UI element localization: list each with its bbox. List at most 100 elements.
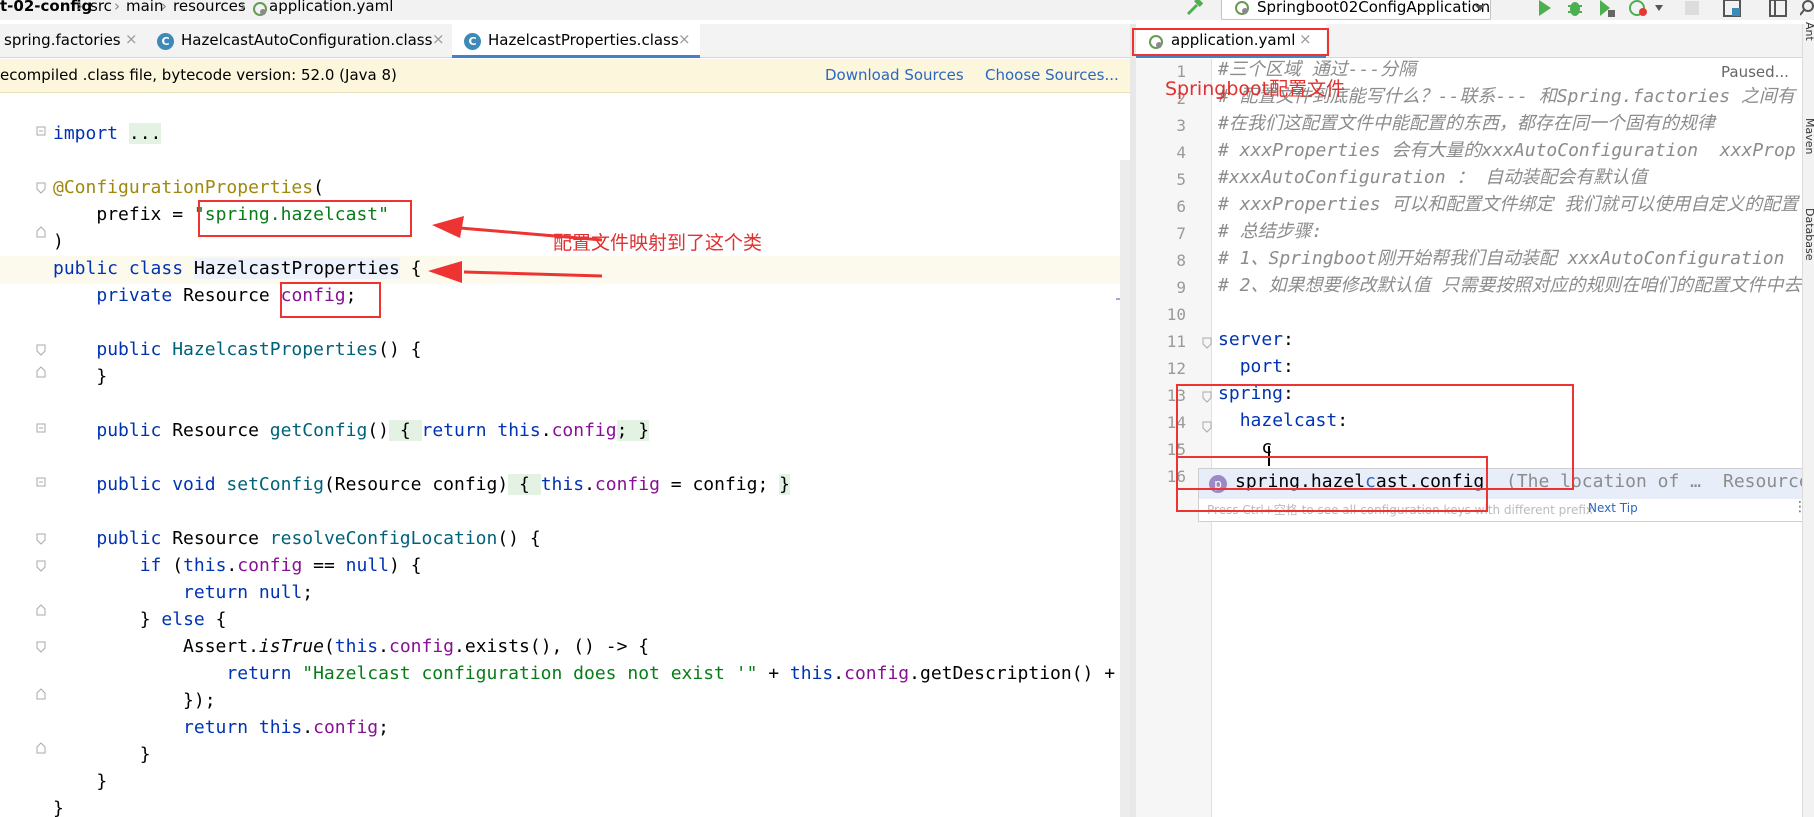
punct: ( <box>323 636 335 657</box>
yaml-comment: # xxxProperties 会有大量的xxxAutoConfiguratio… <box>1218 140 1796 161</box>
breadcrumb-resources[interactable]: resources <box>173 0 246 15</box>
punct: } <box>96 771 108 792</box>
search-icon[interactable] <box>1800 0 1814 18</box>
punct: { <box>399 258 422 279</box>
punct: : <box>1283 329 1294 350</box>
punct: ( <box>313 177 324 198</box>
breadcrumb-file[interactable]: application.yaml <box>269 0 393 15</box>
code-text: = config; <box>659 474 780 495</box>
left-editor-scrollbar[interactable] <box>1120 160 1130 817</box>
folded-imports[interactable]: ... <box>128 123 162 144</box>
close-icon[interactable]: × <box>678 30 691 48</box>
method-name: getConfig <box>269 420 368 441</box>
keyword: private <box>96 285 184 306</box>
keyword: else <box>161 609 205 630</box>
annotation-box-prefix <box>198 200 412 237</box>
yaml-key: server <box>1218 329 1284 350</box>
punct: . <box>226 555 238 576</box>
keyword: public void <box>96 474 227 495</box>
type-name: Resource <box>172 528 270 549</box>
code-line: return this.config; <box>53 714 389 741</box>
project-structure-icon[interactable] <box>1722 0 1742 18</box>
type-name: Resource <box>172 420 270 441</box>
database-tool-tab[interactable]: Database <box>1803 208 1814 261</box>
tab-hazelcast-properties[interactable]: C HazelcastProperties.class × <box>452 24 700 58</box>
punct: }); <box>183 690 216 711</box>
line-number: 11 <box>1166 332 1186 351</box>
yaml-key: port <box>1239 356 1284 377</box>
code-line: public class HazelcastProperties { <box>53 255 421 282</box>
keyword: return <box>183 582 259 603</box>
code-line: } <box>53 741 151 768</box>
yaml-comment: # 1、Springboot刚开始帮我们自动装配 xxxAutoConfigur… <box>1218 248 1785 269</box>
line-number: 12 <box>1166 359 1186 378</box>
constructor-name: HazelcastProperties <box>172 339 379 360</box>
punct: ( <box>172 555 184 576</box>
punct: } <box>139 744 151 765</box>
breadcrumb-main[interactable]: main <box>126 0 163 15</box>
completion-type: Resource <box>1723 471 1810 492</box>
keyword: public <box>96 528 173 549</box>
code-line: public HazelcastProperties() { <box>53 336 421 363</box>
punct: ) { <box>389 555 422 576</box>
profile-icon[interactable] <box>1628 0 1650 18</box>
folded-body: ; } <box>616 420 650 441</box>
left-editor-tabs: spring.factories × C HazelcastAutoConfig… <box>0 24 1130 58</box>
punct: } <box>96 366 108 387</box>
code-line: return null; <box>53 579 313 606</box>
code-text: .getDescription() + <box>909 663 1116 684</box>
keyword: public class <box>53 258 194 279</box>
punct: { <box>204 609 227 630</box>
method-name: resolveConfigLocation <box>269 528 498 549</box>
keyword: this <box>789 663 834 684</box>
type-name: Assert. <box>183 636 259 657</box>
keyword: this <box>183 555 227 576</box>
code-line: public Resource resolveConfigLocation() … <box>53 525 540 552</box>
punct: () { <box>378 339 422 360</box>
run-icon[interactable] <box>1536 0 1554 18</box>
tab-hazelcast-auto-configuration[interactable]: C HazelcastAutoConfiguration.class × <box>145 24 452 58</box>
close-icon[interactable]: × <box>125 30 138 48</box>
spring-leaf-icon <box>253 2 267 16</box>
window-layout-icon[interactable] <box>1768 0 1788 18</box>
next-tip-link[interactable]: Next Tip <box>1588 501 1638 515</box>
ant-tool-tab[interactable]: Ant <box>1803 22 1814 41</box>
code-line: } <box>53 795 64 817</box>
punct: . <box>833 663 845 684</box>
tab-label: spring.factories <box>4 31 121 49</box>
java-editor[interactable]: import ... @ConfigurationProperties( pre… <box>0 94 1130 817</box>
chevron-down-icon[interactable] <box>1654 4 1664 12</box>
tab-spring-factories[interactable]: spring.factories × <box>0 24 145 58</box>
folded-body: { <box>389 420 422 441</box>
annotation-box-completion <box>1176 456 1488 512</box>
operator: + <box>757 663 790 684</box>
breadcrumb: t-02-config › src › main › resources › a… <box>0 0 1814 20</box>
choose-sources-link[interactable]: Choose Sources... <box>985 66 1119 84</box>
punct: : <box>1283 356 1294 377</box>
yaml-comment: #在我们这配置文件中能配置的东西，都存在同一个固有的规律 <box>1218 113 1715 134</box>
keyword: this <box>497 420 541 441</box>
class-name: HazelcastProperties <box>193 258 400 279</box>
keyword: null <box>258 582 303 603</box>
keyword: public <box>96 420 173 441</box>
close-icon[interactable]: × <box>432 30 445 48</box>
yaml-comment: # 2、如果想要修改默认值 只需要按照对应的规则在咱们的配置文件中去 <box>1218 275 1802 296</box>
debug-icon[interactable] <box>1566 0 1584 18</box>
stop-icon[interactable] <box>1684 0 1700 16</box>
breadcrumb-src[interactable]: src <box>90 0 112 15</box>
breadcrumb-separator: › <box>240 0 246 15</box>
fold-gutter <box>36 126 46 754</box>
code-line: public void setConfig(Resource config) {… <box>53 471 790 498</box>
punct: ; <box>378 717 389 738</box>
punct: . <box>584 474 595 495</box>
code-line: }); <box>53 687 216 714</box>
static-method: isTrue <box>258 636 324 657</box>
build-hammer-icon[interactable] <box>1185 0 1205 18</box>
run-configuration-select[interactable]: Springboot02ConfigApplication <box>1221 0 1491 20</box>
decompiled-message: ecompiled .class file, bytecode version:… <box>0 66 397 84</box>
coverage-icon[interactable] <box>1596 0 1616 18</box>
maven-tool-tab[interactable]: Maven <box>1803 118 1814 154</box>
params: (Resource config) <box>323 474 509 495</box>
download-sources-link[interactable]: Download Sources <box>825 66 964 84</box>
line-number: 4 <box>1176 143 1186 162</box>
